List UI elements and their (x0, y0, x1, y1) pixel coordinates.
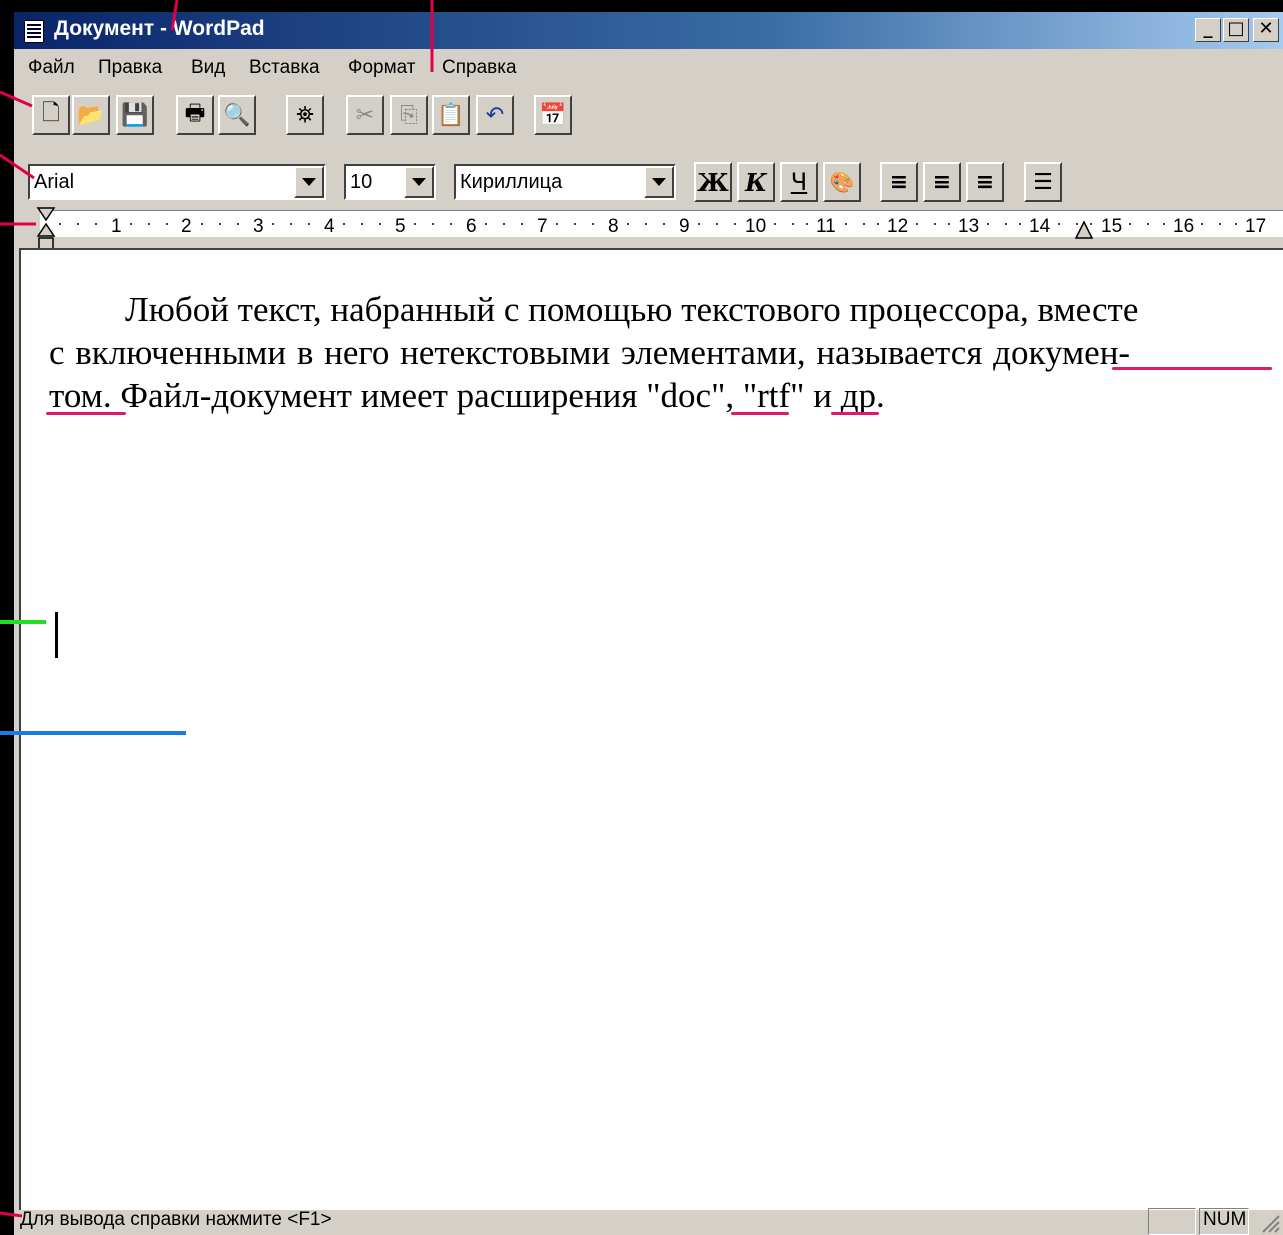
insert-datetime-icon: 📅 (539, 102, 567, 128)
status-help-text: Для вывода справки нажмите <F1> (20, 1209, 332, 1230)
paste-icon: 📋 (437, 102, 465, 128)
menu-file[interactable]: Файл (28, 57, 75, 79)
bullets-icon: ☰ (1033, 169, 1053, 195)
menu-format[interactable]: Формат (348, 57, 416, 79)
print-icon: 🖶 (184, 101, 206, 126)
bold-label: Ж (697, 167, 729, 197)
ruler[interactable]: 1 2 3 4 5 6 7 8 9 10 11 12 13 14 15 16 1… (14, 204, 1283, 250)
print-button[interactable]: 🖶 (176, 95, 214, 135)
format-bar: Arial 10 Кириллица Ж К Ч 🎨 ≡ ≡ ≡ ☰ (14, 150, 1283, 204)
new-button[interactable]: 🗋 (32, 95, 70, 135)
bullets-button[interactable]: ☰ (1024, 162, 1062, 202)
resize-grip-icon[interactable] (1259, 1212, 1281, 1234)
underline-annotation (1112, 367, 1272, 370)
menu-view[interactable]: Вид (191, 57, 225, 79)
text-cursor (55, 612, 58, 658)
print-preview-icon: 🔍 (223, 102, 251, 128)
script-combo[interactable]: Кириллица (454, 164, 676, 200)
menu-edit[interactable]: Правка (98, 57, 162, 79)
bold-button[interactable]: Ж (694, 162, 732, 202)
close-button[interactable]: ✕ (1253, 18, 1279, 42)
align-right-icon: ≡ (975, 169, 995, 195)
status-pane-empty (1148, 1208, 1196, 1235)
copy-button[interactable]: ⎘ (390, 95, 428, 135)
menu-insert[interactable]: Вставка (249, 57, 320, 79)
italic-label: К (745, 167, 767, 197)
palette-icon: 🎨 (829, 170, 855, 194)
status-bar: Для вывода справки нажмите <F1> NUM (14, 1208, 1283, 1235)
document-text[interactable]: Любой текст, набранный с помощью текстов… (49, 288, 1269, 417)
minimize-button[interactable]: _ (1195, 18, 1221, 42)
align-left-button[interactable]: ≡ (880, 162, 918, 202)
underline-annotation (831, 412, 879, 415)
font-name-combo[interactable]: Arial (28, 164, 326, 200)
new-icon: 🗋 (42, 101, 60, 126)
wordpad-window: Документ - WordPad _ □ ✕ Файл Правка Вид… (14, 12, 1283, 1235)
undo-icon: ↶ (485, 102, 505, 128)
font-size-combo[interactable]: 10 (344, 164, 436, 200)
status-num-indicator: NUM (1199, 1208, 1249, 1235)
italic-button[interactable]: К (737, 162, 775, 202)
document-area[interactable]: Любой текст, набранный с помощью текстов… (19, 248, 1283, 1210)
font-size-value: 10 (350, 171, 373, 193)
num-indicator-label: NUM (1203, 1209, 1247, 1230)
minimize-icon: _ (1203, 18, 1213, 39)
window-title: Документ - WordPad (54, 17, 265, 40)
undo-button[interactable]: ↶ (476, 95, 514, 135)
menu-help[interactable]: Справка (442, 57, 517, 79)
menu-bar: Файл Правка Вид Вставка Формат Справка (14, 49, 1283, 85)
maximize-button[interactable]: □ (1223, 18, 1249, 42)
open-button[interactable]: 📂 (72, 95, 110, 135)
save-button[interactable]: 💾 (116, 95, 154, 135)
wordpad-app-icon[interactable] (24, 20, 44, 43)
copy-icon: ⎘ (400, 102, 418, 128)
insert-datetime-button[interactable]: 📅 (534, 95, 572, 135)
indent-marker[interactable] (36, 206, 66, 252)
title-bar[interactable]: Документ - WordPad _ □ ✕ (14, 12, 1283, 49)
doc-line-3: том. Файл-документ имеет расширения "doc… (49, 376, 885, 415)
underline-button[interactable]: Ч (780, 162, 818, 202)
cut-button[interactable]: ✂ (346, 95, 384, 135)
find-button[interactable]: ⛯ (286, 95, 324, 135)
right-indent-marker[interactable] (1074, 220, 1098, 244)
close-icon: ✕ (1258, 18, 1274, 39)
save-icon: 💾 (121, 102, 149, 128)
font-name-value: Arial (34, 171, 75, 193)
maximize-icon: □ (1227, 18, 1245, 39)
script-value: Кириллица (460, 171, 563, 193)
cut-icon: ✂ (355, 102, 375, 128)
doc-line-2: с включенными в него нетекстовыми элемен… (49, 333, 1131, 372)
underline-annotation (731, 412, 789, 415)
chevron-down-icon[interactable] (404, 166, 434, 198)
align-right-button[interactable]: ≡ (966, 162, 1004, 202)
align-left-icon: ≡ (889, 169, 909, 195)
print-preview-button[interactable]: 🔍 (218, 95, 256, 135)
open-icon: 📂 (77, 102, 105, 128)
chevron-down-icon[interactable] (294, 166, 324, 198)
paste-button[interactable]: 📋 (432, 95, 470, 135)
find-icon: ⛯ (296, 102, 314, 128)
underline-annotation (46, 412, 126, 415)
doc-line-1: Любой текст, набранный с помощью текстов… (125, 290, 1139, 329)
align-center-icon: ≡ (932, 169, 952, 195)
color-button[interactable]: 🎨 (823, 162, 861, 202)
chevron-down-icon[interactable] (644, 166, 674, 198)
underline-label: Ч (790, 168, 808, 196)
align-center-button[interactable]: ≡ (923, 162, 961, 202)
